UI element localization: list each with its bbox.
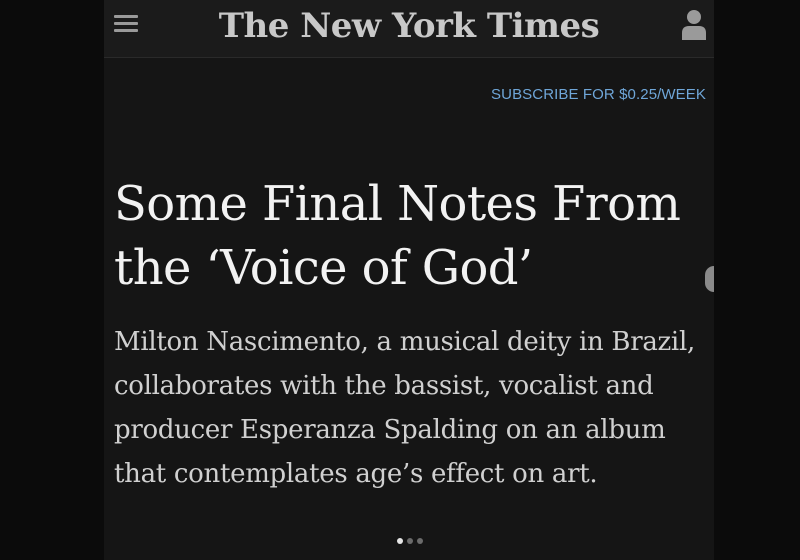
app-viewport: The New York Times SUBSCRIBE FOR $0.25/W… — [104, 0, 714, 560]
hamburger-menu-icon[interactable] — [114, 13, 140, 35]
page-dot-2[interactable] — [407, 538, 413, 544]
top-navigation-bar: The New York Times — [104, 0, 714, 58]
article-summary: Milton Nascimento, a musical deity in Br… — [114, 327, 695, 489]
subscribe-link[interactable]: SUBSCRIBE FOR $0.25/WEEK — [491, 86, 706, 103]
nyt-logo[interactable]: The New York Times — [219, 6, 600, 46]
page-dot-3[interactable] — [417, 538, 423, 544]
page-indicator — [397, 538, 423, 544]
user-account-icon[interactable] — [680, 8, 708, 42]
edge-scroll-handle[interactable] — [705, 266, 714, 292]
article-headline[interactable]: Some Final Notes From the ‘Voice of God’ — [114, 172, 704, 300]
page-dot-1[interactable] — [397, 538, 403, 544]
screen: The New York Times SUBSCRIBE FOR $0.25/W… — [0, 0, 800, 560]
